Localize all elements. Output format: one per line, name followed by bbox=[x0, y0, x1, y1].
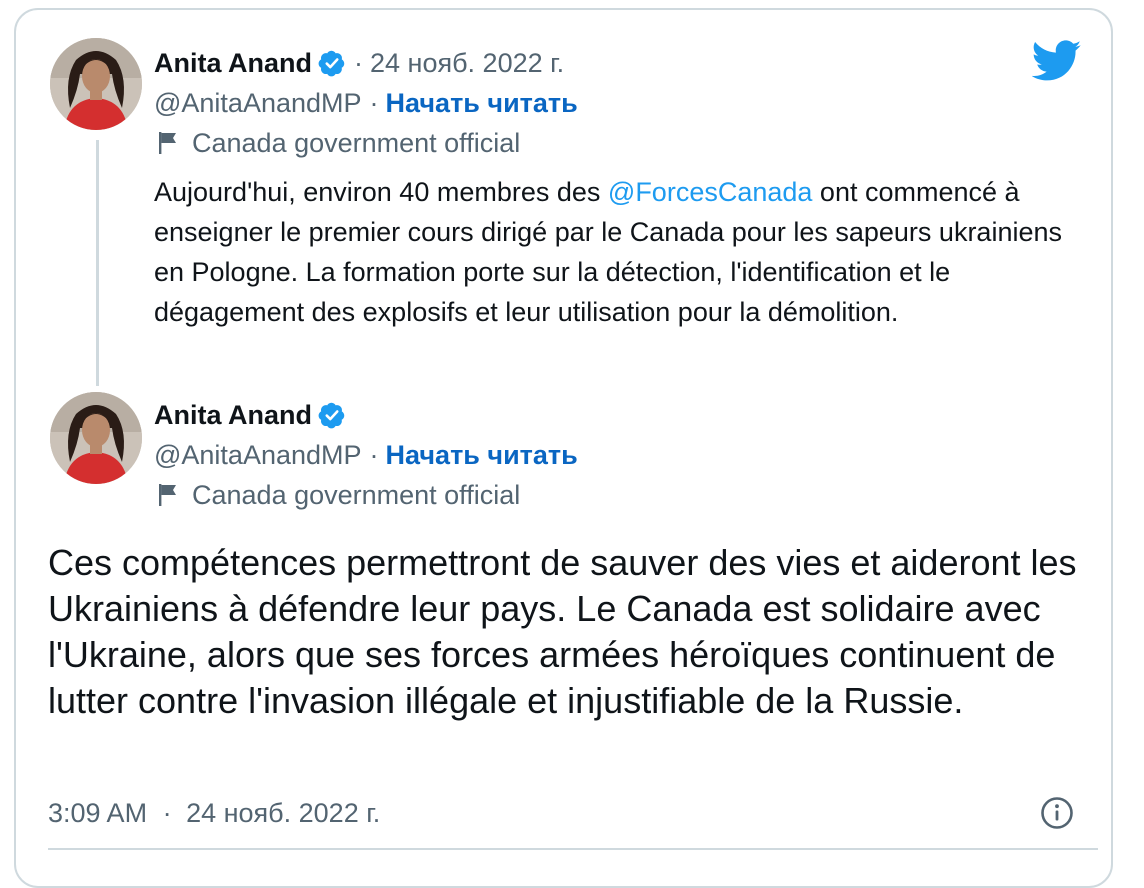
main-tweet-header: Anita Anand bbox=[154, 398, 346, 432]
separator-dot: · bbox=[369, 88, 379, 118]
tweet-text-part: Aujourd'hui, environ 40 membres des bbox=[154, 177, 608, 207]
follow-link[interactable]: Начать читать bbox=[386, 438, 578, 472]
author-handle[interactable]: @AnitaAnandMP bbox=[154, 438, 362, 472]
verified-badge-icon bbox=[318, 401, 346, 429]
separator-dot: · bbox=[369, 440, 379, 470]
tweet-time[interactable]: 3:09 AM bbox=[48, 798, 147, 828]
separator-dot: · bbox=[354, 48, 363, 78]
twitter-bird-icon[interactable] bbox=[1031, 40, 1082, 87]
verified-badge-icon bbox=[318, 49, 346, 77]
quoted-tweet-text: Aujourd'hui, environ 40 membres des @For… bbox=[154, 172, 1074, 332]
embedded-tweet-card[interactable]: Anita Anand · 24 нояб. 2022 г. @AnitaAna… bbox=[14, 8, 1113, 888]
flag-icon bbox=[156, 482, 180, 508]
thread-connector-line bbox=[96, 140, 99, 386]
avatar[interactable] bbox=[50, 38, 142, 130]
author-name[interactable]: Anita Anand bbox=[154, 46, 312, 80]
flag-icon bbox=[156, 130, 180, 156]
mention-link[interactable]: @ForcesCanada bbox=[608, 177, 813, 207]
tweet-timestamp[interactable]: 3:09 AM · 24 нояб. 2022 г. bbox=[48, 796, 380, 830]
author-name[interactable]: Anita Anand bbox=[154, 398, 312, 432]
tweet-date[interactable]: 24 нояб. 2022 г. bbox=[370, 46, 564, 80]
follow-link[interactable]: Начать читать bbox=[386, 86, 578, 120]
account-label-text: Canada government official bbox=[192, 480, 521, 510]
tweet-date[interactable]: 24 нояб. 2022 г. bbox=[186, 798, 380, 828]
account-label-text: Canada government official bbox=[192, 128, 521, 158]
main-tweet-handle-row: @AnitaAnandMP · Начать читать bbox=[154, 438, 578, 472]
quoted-tweet-handle-row: @AnitaAnandMP · Начать читать bbox=[154, 86, 578, 120]
account-label: Canada government official bbox=[156, 126, 520, 160]
author-handle[interactable]: @AnitaAnandMP bbox=[154, 86, 362, 120]
quoted-tweet-header: Anita Anand · 24 нояб. 2022 г. bbox=[154, 46, 564, 80]
avatar[interactable] bbox=[50, 392, 142, 484]
footer-divider bbox=[48, 848, 1098, 850]
main-tweet-text: Ces compétences permettront de sauver de… bbox=[48, 542, 1077, 721]
account-label: Canada government official bbox=[156, 478, 520, 512]
info-icon[interactable] bbox=[1040, 796, 1074, 830]
separator-dot: · bbox=[162, 798, 172, 828]
